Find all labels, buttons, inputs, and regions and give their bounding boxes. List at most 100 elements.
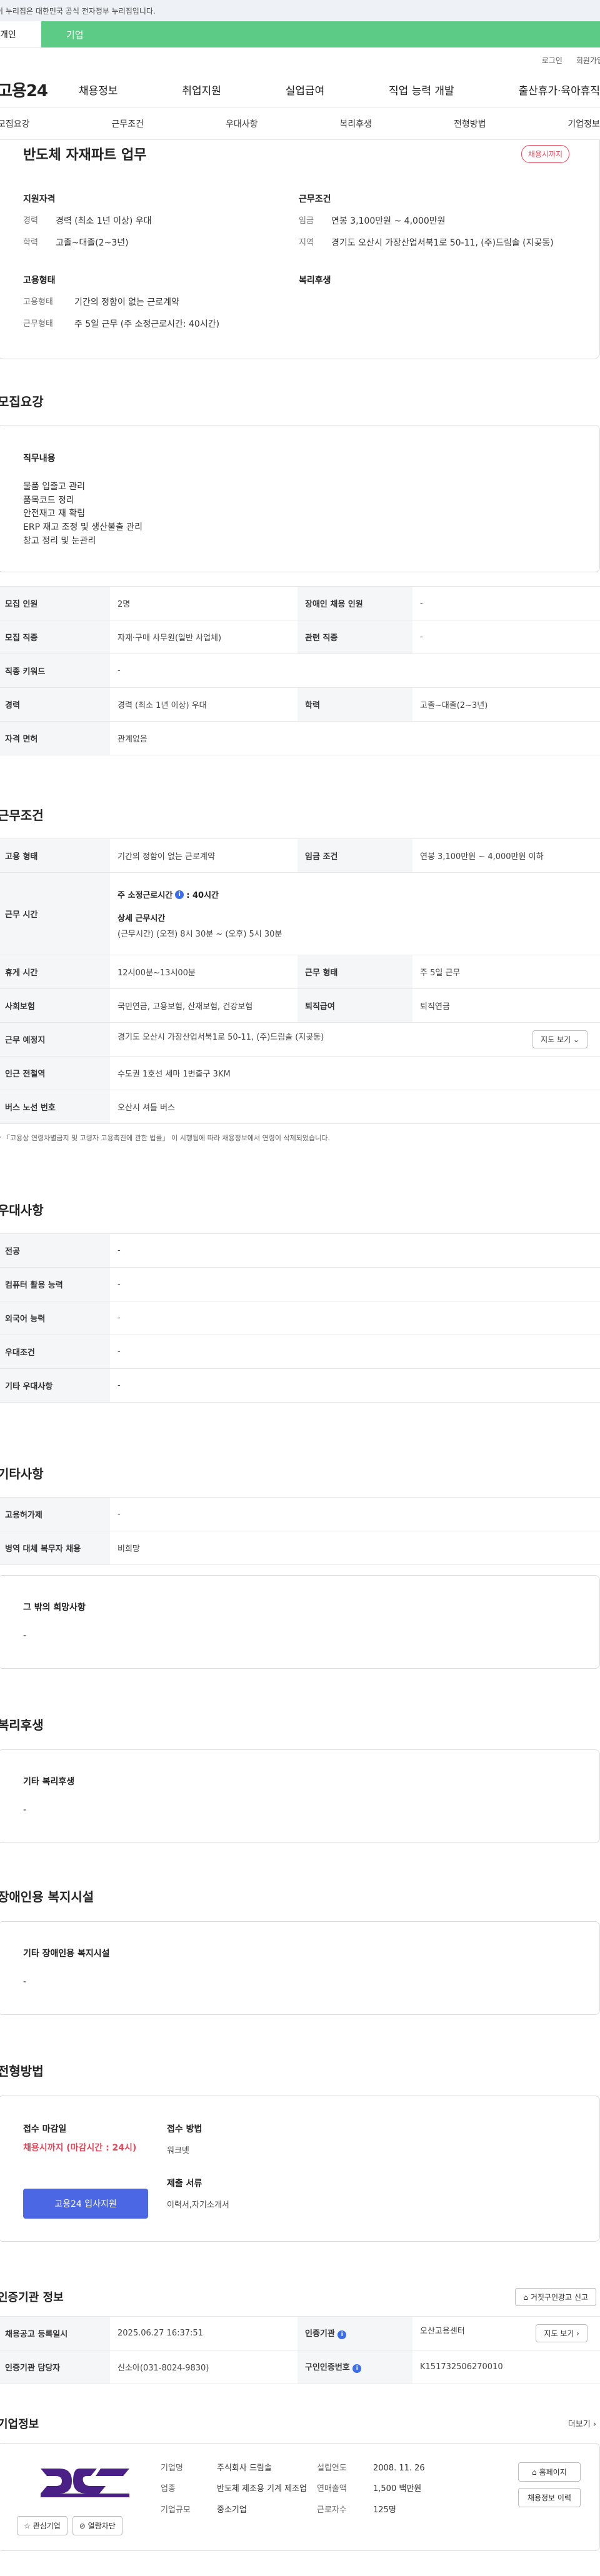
cert-map-button[interactable]: 지도 보기 › bbox=[536, 2324, 588, 2342]
other-wishes-box: 그 밖의 희망사항 - bbox=[0, 1575, 600, 1669]
company-name-label: 기업명 bbox=[161, 2463, 183, 2473]
welfare-box-value: - bbox=[23, 1805, 27, 1816]
table-cell: 기간의 정함이 없는 근로계약 bbox=[110, 838, 298, 873]
education-value: 고졸~대졸(2~3년) bbox=[56, 238, 129, 248]
method-label: 접수 방법 bbox=[167, 2124, 202, 2134]
homepage-button[interactable]: ⌂ 홈페이지 bbox=[518, 2462, 581, 2482]
gnb-item-jobs[interactable]: 채용정보 bbox=[79, 82, 118, 97]
other-wishes-heading: 그 밖의 희망사항 bbox=[23, 1603, 86, 1613]
table-row: 모집 직종 자재·구매 사무원(일반 사업체) 관련 직종 - bbox=[0, 620, 600, 655]
table-header: 퇴직급여 bbox=[298, 988, 412, 1023]
table-header: 사회보험 bbox=[0, 988, 110, 1023]
work-place-value: 경기도 오산시 가장산업서북1로 50-11, (주)드림솔 (지곶동) bbox=[118, 1033, 324, 1043]
table-header: 채용공고 등록일시 bbox=[0, 2316, 110, 2350]
table-header: 근무 시간 bbox=[0, 872, 110, 956]
disability-facility-box: 기타 장애인용 복지시설 - bbox=[0, 1921, 600, 2015]
welfare-box: 기타 복리후생 - bbox=[0, 1749, 600, 1843]
conditions-heading: 근무조건 bbox=[299, 194, 331, 204]
table-header: 컴퓨터 활용 능력 bbox=[0, 1267, 110, 1302]
site-logo[interactable]: 고용24 bbox=[0, 78, 79, 101]
duty-line: 안전재고 재 확립 bbox=[23, 509, 86, 519]
gnb-item-employment-support[interactable]: 취업지원 bbox=[182, 82, 221, 97]
report-fake-ad-button[interactable]: ⌂ 거짓구인광고 신고 bbox=[515, 2287, 596, 2306]
deadline-label: 접수 마감일 bbox=[23, 2124, 67, 2134]
table-header: 우대조건 bbox=[0, 1335, 110, 1370]
disability-facility-value: - bbox=[23, 1976, 27, 1987]
table-header: 전공 bbox=[0, 1233, 110, 1268]
gnb-item-unemployment-benefit[interactable]: 실업급여 bbox=[286, 82, 325, 97]
anchor-apply[interactable]: 전형방법 bbox=[454, 117, 486, 130]
gnb-item-parental-leave[interactable]: 출산휴가·육아휴직 bbox=[518, 82, 600, 97]
table-row: 우대조건 - bbox=[0, 1335, 600, 1370]
company-more-link[interactable]: 더보기 › bbox=[568, 2417, 596, 2429]
duty-box: 직무내용 물품 입출고 관리 품목코드 정리 안전재고 재 확립 ERP 재고 … bbox=[0, 425, 600, 573]
table-row: 인근 전철역 수도권 1호선 세마 1번출구 3KM bbox=[0, 1056, 600, 1091]
info-icon[interactable]: i bbox=[338, 2330, 347, 2339]
job-history-button[interactable]: 채용정보 이력 bbox=[518, 2487, 581, 2507]
wage-value: 연봉 3,100만원 ~ 4,000만원 bbox=[331, 216, 446, 226]
hours-detail-value: (근무시간) (오전) 8시 30분 ~ (오후) 5시 30분 bbox=[118, 930, 282, 940]
founded-label: 설립연도 bbox=[317, 2463, 347, 2473]
company-title: 기업정보 bbox=[0, 2417, 39, 2431]
gnb-item-vocational-training[interactable]: 직업 능력 개발 bbox=[389, 82, 454, 97]
hours-main-label: 주 소정근로시간 bbox=[118, 891, 173, 901]
area-label: 지역 bbox=[299, 238, 314, 247]
cert-table: 채용공고 등록일시 2025.06.27 16:37:51 인증기관 i 오산고… bbox=[0, 2315, 600, 2384]
duty-line: 물품 입출고 관리 bbox=[23, 482, 86, 492]
join-link[interactable]: 회원가입 bbox=[576, 55, 600, 66]
table-row: 휴게 시간 12시00분~13시00분 근무 형태 주 5일 근무 bbox=[0, 955, 600, 990]
career-label: 경력 bbox=[23, 216, 38, 226]
anchor-welfare[interactable]: 복리후생 bbox=[339, 117, 372, 130]
anchor-nav: 모집요강 근무조건 우대사항 복리후생 전형방법 기업정보 bbox=[0, 107, 600, 140]
staff-value: 125명 bbox=[373, 2505, 396, 2515]
map-button[interactable]: 지도 보기 ⌄ bbox=[532, 1030, 588, 1049]
welfare-box-heading: 기타 복리후생 bbox=[23, 1777, 75, 1788]
age-notice: * 「고용상 연령차별금지 및 고령자 고용촉진에 관한 법률」 이 시행됨에 … bbox=[0, 1134, 330, 1143]
cert-org-label: 인증기관 bbox=[305, 2329, 335, 2339]
info-icon[interactable]: i bbox=[175, 890, 184, 899]
work-section: 근무조건 고용 형태 기간의 정함이 없는 근로계약 임금 조건 연봉 3,10… bbox=[0, 805, 600, 1143]
table-row: 직종 키워드 - bbox=[0, 654, 600, 689]
cert-org-value: 오산고용센터 bbox=[420, 2326, 465, 2336]
welfare-title: 복리후생 bbox=[0, 1718, 44, 1733]
apply-title: 전형방법 bbox=[0, 2063, 44, 2079]
gov-banner-text: 이 누리집은 대한민국 공식 전자정부 누리집입니다. bbox=[0, 6, 156, 16]
duty-line: 창고 정리 및 눈관리 bbox=[23, 535, 96, 546]
favorite-company-button[interactable]: ☆ 관심기업 bbox=[17, 2515, 68, 2535]
info-icon[interactable]: i bbox=[352, 2364, 362, 2373]
employment-heading: 고용형태 bbox=[23, 276, 56, 286]
anchor-recruit[interactable]: 모집요강 bbox=[0, 117, 30, 130]
table-row: 모집 인원 2명 장애인 채용 인원 - bbox=[0, 586, 600, 621]
login-link[interactable]: 로그인 bbox=[542, 55, 562, 66]
table-header: 자격 면허 bbox=[0, 721, 110, 756]
apply-box: 접수 마감일 채용시까지 (마감시간 : 24시) 고용24 입사지원 접수 방… bbox=[0, 2095, 600, 2242]
sales-value: 1,500 백만원 bbox=[373, 2484, 422, 2494]
table-cell: 관계없음 bbox=[110, 721, 600, 756]
table-row: 기타 우대사항 - bbox=[0, 1368, 600, 1403]
tab-personal[interactable]: 개인 bbox=[0, 21, 41, 47]
table-row: 전공 - bbox=[0, 1233, 600, 1268]
table-header: 버스 노선 번호 bbox=[0, 1090, 110, 1125]
tab-company[interactable]: 기업 bbox=[41, 21, 600, 47]
anchor-company[interactable]: 기업정보 bbox=[568, 117, 600, 130]
anchor-work[interactable]: 근무조건 bbox=[111, 117, 144, 130]
table-header: 경력 bbox=[0, 687, 110, 722]
company-section: 기업정보 더보기 › ☆ 관심기업 ⊘ 열람차단 기업명 주식회사 드림솔 업종… bbox=[0, 2415, 600, 2551]
table-header: 외국어 능력 bbox=[0, 1301, 110, 1336]
table-row: 사회보험 국민연금, 고용보험, 산재보험, 건강보험 퇴직급여 퇴직연금 bbox=[0, 988, 600, 1023]
work-table: 고용 형태 기간의 정함이 없는 근로계약 임금 조건 연봉 3,100만원 ~… bbox=[0, 838, 600, 1125]
qualification-heading: 지원자격 bbox=[23, 194, 56, 204]
table-cell: - bbox=[412, 620, 600, 655]
company-name-value: 주식회사 드림솔 bbox=[217, 2463, 272, 2473]
block-view-button[interactable]: ⊘ 열람차단 bbox=[72, 2515, 122, 2535]
table-header: 인근 전철역 bbox=[0, 1056, 110, 1091]
other-wishes-value: - bbox=[23, 1631, 27, 1641]
duty-line: ERP 재고 조정 및 생산불출 관리 bbox=[23, 522, 142, 533]
anchor-pref[interactable]: 우대사항 bbox=[226, 117, 258, 130]
table-row: 외국어 능력 - bbox=[0, 1301, 600, 1336]
apply-button[interactable]: 고용24 입사지원 bbox=[23, 2188, 148, 2219]
table-header: 근무 형태 bbox=[298, 955, 412, 990]
gov-banner: 이 누리집은 대한민국 공식 전자정부 누리집입니다. bbox=[0, 0, 600, 21]
table-header: 고용 형태 bbox=[0, 838, 110, 873]
cert-no-label: 구인인증번호 bbox=[305, 2363, 350, 2373]
